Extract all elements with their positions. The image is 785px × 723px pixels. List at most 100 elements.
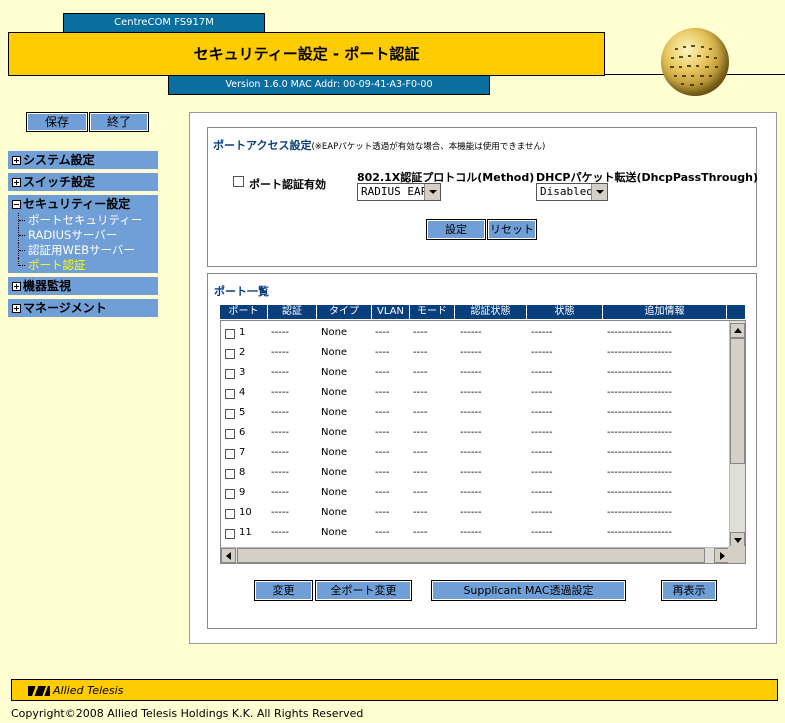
column-header: VLAN: [372, 305, 410, 319]
nav-security-header[interactable]: セキュリティー設定: [8, 195, 158, 213]
scroll-thumb[interactable]: [237, 548, 705, 563]
nav-switch-settings[interactable]: スイッチ設定: [8, 173, 158, 191]
nav-system-settings[interactable]: システム設定: [8, 151, 158, 169]
change-button[interactable]: 変更: [254, 580, 313, 601]
cell-type: None: [321, 367, 348, 378]
row-checkbox[interactable]: [225, 449, 235, 459]
cell-mode: ----: [413, 507, 428, 518]
cell-state: ------: [531, 347, 553, 358]
cell-auth: -----: [271, 527, 290, 538]
port-list[interactable]: 1 ----- None ---- ---- ------ ------ ----------…: [220, 320, 746, 564]
dhcp-select[interactable]: Disabled: [536, 183, 608, 201]
row-checkbox[interactable]: [225, 409, 235, 419]
scroll-thumb[interactable]: [730, 338, 745, 464]
cell-auth-state: ------: [460, 527, 482, 538]
page-title: セキュリティー設定 - ポート認証: [8, 32, 605, 76]
cell-info: ------------------: [607, 327, 672, 338]
cell-mode: ----: [413, 427, 428, 438]
cell-auth-state: ------: [460, 427, 482, 438]
nav-item-port-security[interactable]: ポートセキュリティー: [8, 213, 158, 228]
table-row: 6 ----- None ---- ---- ------ ------ ----------…: [221, 423, 729, 443]
change-all-ports-button[interactable]: 全ポート変更: [315, 580, 412, 601]
cell-port: 5: [239, 407, 246, 418]
cell-port: 3: [239, 367, 246, 378]
cell-type: None: [321, 527, 348, 538]
scroll-down-icon[interactable]: [730, 532, 745, 547]
cell-vlan: ----: [375, 507, 390, 518]
cell-mode: ----: [413, 367, 428, 378]
reset-button[interactable]: リセット: [487, 219, 537, 240]
cell-info: ------------------: [607, 487, 672, 498]
expand-icon: [12, 281, 21, 291]
port-auth-enable-checkbox[interactable]: [233, 176, 244, 187]
nav-item-port-auth[interactable]: ポート認証: [8, 258, 158, 273]
cell-state: ------: [531, 507, 553, 518]
scroll-left-icon[interactable]: [221, 548, 236, 563]
cell-auth: -----: [271, 487, 290, 498]
cell-port: 10: [239, 507, 252, 518]
cell-info: ------------------: [607, 467, 672, 478]
table-row: 11 ----- None ---- ---- ------ ------ ---------…: [221, 523, 729, 543]
cell-info: ------------------: [607, 387, 672, 398]
cell-vlan: ----: [375, 387, 390, 398]
cell-auth: -----: [271, 327, 290, 338]
cell-auth: -----: [271, 407, 290, 418]
row-checkbox[interactable]: [225, 509, 235, 519]
row-checkbox[interactable]: [225, 369, 235, 379]
cell-info: ------------------: [607, 507, 672, 518]
cell-type: None: [321, 467, 348, 478]
chevron-down-icon: [424, 184, 440, 200]
vertical-scrollbar[interactable]: [729, 321, 745, 547]
cell-auth-state: ------: [460, 487, 482, 498]
cell-state: ------: [531, 527, 553, 538]
cell-state: ------: [531, 367, 553, 378]
cell-mode: ----: [413, 527, 428, 538]
cell-port: 11: [239, 527, 252, 538]
scroll-up-icon[interactable]: [730, 323, 745, 338]
cell-auth-state: ------: [460, 327, 482, 338]
cell-vlan: ----: [375, 347, 390, 358]
row-checkbox[interactable]: [225, 469, 235, 479]
cell-port: 6: [239, 427, 246, 438]
cell-auth-state: ------: [460, 367, 482, 378]
cell-mode: ----: [413, 487, 428, 498]
cell-mode: ----: [413, 327, 428, 338]
nav-management[interactable]: マネージメント: [8, 299, 158, 317]
row-checkbox[interactable]: [225, 429, 235, 439]
nav-item-radius-server[interactable]: RADIUSサーバー: [8, 228, 158, 243]
cell-info: ------------------: [607, 427, 672, 438]
row-checkbox[interactable]: [225, 389, 235, 399]
cell-port: 4: [239, 387, 246, 398]
nav-device-monitor[interactable]: 機器監視: [8, 277, 158, 295]
horizontal-scrollbar[interactable]: [221, 547, 729, 563]
protocol-select[interactable]: RADIUS EAP: [357, 183, 441, 201]
cell-port: 9: [239, 487, 246, 498]
cell-info: ------------------: [607, 527, 672, 538]
scroll-right-icon[interactable]: [714, 548, 729, 563]
column-header: ポート: [220, 305, 268, 319]
cell-port: 8: [239, 467, 246, 478]
exit-button[interactable]: 終了: [89, 112, 149, 132]
cell-state: ------: [531, 467, 553, 478]
refresh-button[interactable]: 再表示: [661, 580, 717, 601]
cell-auth: -----: [271, 427, 290, 438]
cell-mode: ----: [413, 447, 428, 458]
table-row: 9 ----- None ---- ---- ------ ------ ----------…: [221, 483, 729, 503]
cell-vlan: ----: [375, 367, 390, 378]
row-checkbox[interactable]: [225, 529, 235, 539]
column-header: 状態: [527, 305, 603, 319]
supplicant-mac-button[interactable]: Supplicant MAC透過設定: [431, 580, 626, 601]
row-checkbox[interactable]: [225, 329, 235, 339]
cell-info: ------------------: [607, 407, 672, 418]
nav-item-auth-web-server[interactable]: 認証用WEBサーバー: [8, 243, 158, 258]
port-list-title: ポート一覧: [214, 285, 269, 298]
cell-mode: ----: [413, 467, 428, 478]
row-checkbox[interactable]: [225, 349, 235, 359]
cell-vlan: ----: [375, 487, 390, 498]
set-button[interactable]: 設定: [426, 219, 486, 240]
save-button[interactable]: 保存: [26, 112, 88, 132]
port-table-header: ポート 認証 タイプ VLAN モード 認証状態 状態 追加情報: [220, 305, 745, 319]
cell-auth-state: ------: [460, 407, 482, 418]
cell-mode: ----: [413, 347, 428, 358]
row-checkbox[interactable]: [225, 489, 235, 499]
